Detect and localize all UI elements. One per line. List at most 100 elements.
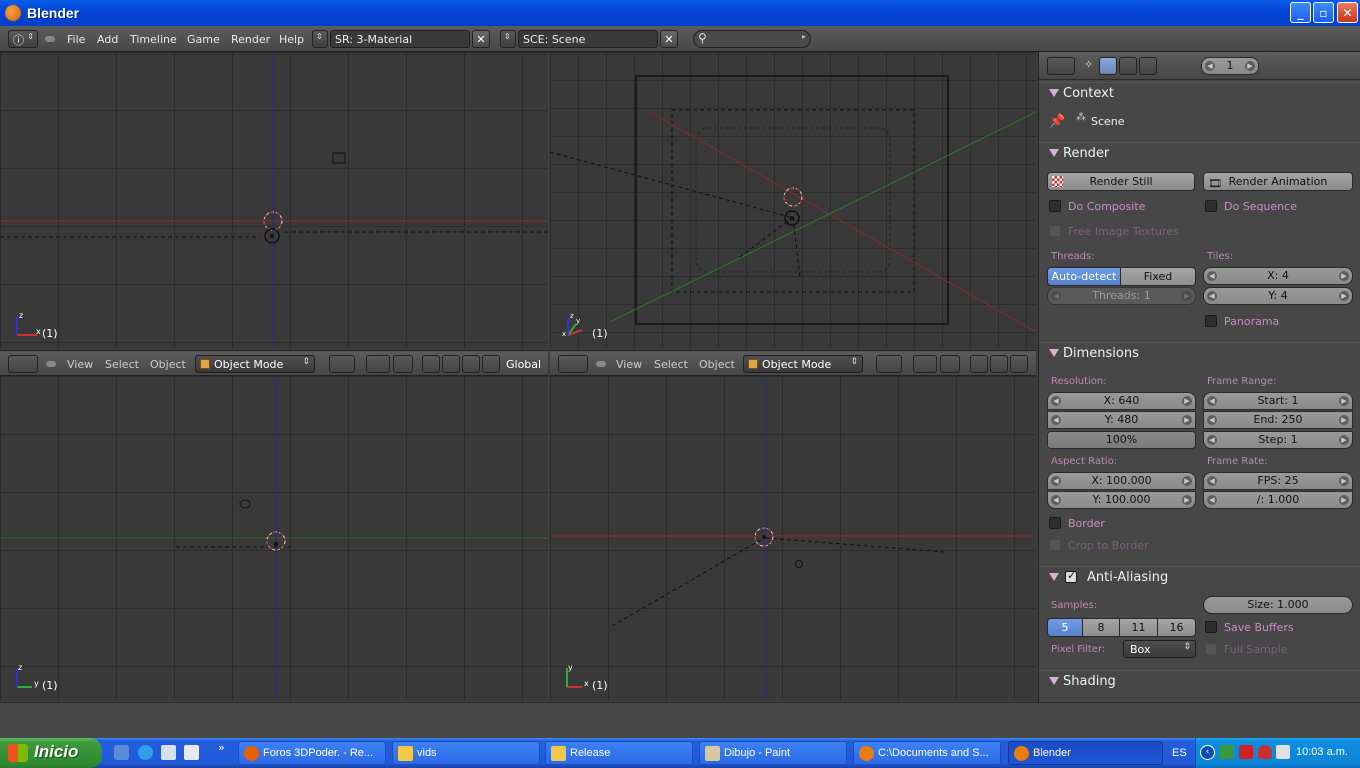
layers-button[interactable] <box>393 355 413 373</box>
orientation-dropdown[interactable]: Global <box>506 358 541 371</box>
menu-view[interactable]: View <box>616 358 642 371</box>
frame-number-field[interactable]: ◀ 1 ▶ <box>1201 57 1259 75</box>
panel-context-header[interactable]: Context <box>1039 82 1360 104</box>
collapse-menu-icon[interactable] <box>596 361 606 367</box>
resolution-x-field[interactable]: ◀ X: 640 ▶ <box>1047 392 1196 410</box>
taskbar-clock[interactable]: 10:03 a.m. <box>1296 746 1348 758</box>
scale-manipulator-icon[interactable] <box>482 355 500 373</box>
editor-type-info-icon[interactable]: ⓘ ⇕ <box>8 30 38 48</box>
manipulator-toggle-icon[interactable] <box>422 355 440 373</box>
start-button[interactable]: Inicio <box>0 738 102 768</box>
pixel-filter-dropdown[interactable]: Box ⇕ <box>1123 640 1196 658</box>
tray-expand-icon[interactable]: ‹ <box>1200 745 1215 760</box>
frame-step-field[interactable]: ◀ Step: 1 ▶ <box>1203 431 1353 449</box>
search-input[interactable]: ⚲ ▸ <box>693 30 811 48</box>
samples-16-button[interactable]: 16 <box>1157 618 1196 637</box>
viewport-bottom-left[interactable]: z y (1) <box>0 376 548 700</box>
tray-network-icon[interactable] <box>1220 745 1234 759</box>
menu-game[interactable]: Game <box>187 33 220 46</box>
collapse-menu-icon[interactable] <box>45 36 55 42</box>
samples-8-button[interactable]: 8 <box>1082 618 1120 637</box>
taskbar-item-vids[interactable]: vids <box>392 741 540 765</box>
tray-security-shield-icon[interactable] <box>1258 745 1272 759</box>
screen-layout-delete-button[interactable]: ✕ <box>472 30 490 48</box>
menu-select[interactable]: Select <box>105 358 139 371</box>
anti-aliasing-checkbox[interactable]: ✓ <box>1065 569 1077 583</box>
menu-timeline[interactable]: Timeline <box>130 33 177 46</box>
menu-object[interactable]: Object <box>150 358 186 371</box>
frame-start-field[interactable]: ◀ Start: 1 ▶ <box>1203 392 1353 410</box>
tiles-y-field[interactable]: ◀ Y: 4 ▶ <box>1203 287 1353 305</box>
scene-tab-icon[interactable] <box>1139 57 1157 75</box>
window-titlebar[interactable]: Blender _ ▫ ✕ <box>0 0 1360 26</box>
screen-layout-selector[interactable]: ⇕ <box>312 30 328 48</box>
pivot-button[interactable] <box>913 355 937 373</box>
maximize-button[interactable]: ▫ <box>1313 2 1334 23</box>
fps-field[interactable]: ◀ FPS: 25 ▶ <box>1203 472 1353 490</box>
render-tab-camera-icon[interactable] <box>1099 57 1117 75</box>
threads-auto-detect-button[interactable]: Auto-detect <box>1047 267 1121 286</box>
pin-dot-icon[interactable]: ✧ <box>1084 58 1093 71</box>
resolution-y-field[interactable]: ◀ Y: 480 ▶ <box>1047 411 1196 429</box>
quicklaunch-settings-icon[interactable] <box>114 745 129 760</box>
resolution-percentage-slider[interactable]: 100% <box>1047 431 1196 449</box>
full-sample-checkbox[interactable] <box>1205 643 1217 655</box>
threads-field[interactable]: ◀ Threads: 1 ▶ <box>1047 287 1196 305</box>
viewport-top-left[interactable]: z x (1) <box>0 52 548 348</box>
samples-11-button[interactable]: 11 <box>1119 618 1158 637</box>
menu-select[interactable]: Select <box>654 358 688 371</box>
draw-type-button[interactable] <box>329 355 355 373</box>
menu-render[interactable]: Render <box>231 33 270 46</box>
menu-file[interactable]: File <box>67 33 85 46</box>
collapse-menu-icon[interactable] <box>46 361 56 367</box>
aspect-y-field[interactable]: ◀ Y: 100.000 ▶ <box>1047 491 1196 509</box>
menu-object[interactable]: Object <box>699 358 735 371</box>
screen-layout-field[interactable]: SR: 3-Material <box>330 30 470 48</box>
layers-button[interactable] <box>940 355 960 373</box>
aspect-x-field[interactable]: ◀ X: 100.000 ▶ <box>1047 472 1196 490</box>
mode-dropdown[interactable]: Object Mode ⇕ <box>743 355 863 373</box>
do-sequence-checkbox[interactable] <box>1205 200 1217 212</box>
frame-end-field[interactable]: ◀ End: 250 ▶ <box>1203 411 1353 429</box>
draw-type-button[interactable] <box>876 355 902 373</box>
menu-add[interactable]: Add <box>97 33 118 46</box>
scene-selector[interactable]: ⇕ <box>500 30 516 48</box>
world-tab-icon[interactable] <box>1119 57 1137 75</box>
panel-shading-header[interactable]: Shading <box>1039 670 1360 692</box>
taskbar-item-blender[interactable]: Blender <box>1008 741 1163 765</box>
taskbar-item-firefox[interactable]: Foros 3DPoder. - Re... <box>238 741 386 765</box>
quicklaunch-desktop-icon[interactable] <box>184 745 199 760</box>
render-animation-button[interactable]: 🎞 Render Animation <box>1203 172 1353 191</box>
panel-dimensions-header[interactable]: Dimensions <box>1039 342 1360 364</box>
taskbar-item-release[interactable]: Release <box>545 741 693 765</box>
viewport-top-right[interactable]: x y z (1) <box>550 52 1036 348</box>
pin-icon[interactable]: 📌 <box>1049 114 1065 129</box>
save-buffers-checkbox[interactable] <box>1205 621 1217 633</box>
minimize-button[interactable]: _ <box>1290 2 1311 23</box>
render-still-button[interactable]: Render Still <box>1047 172 1195 191</box>
rotate-manipulator-icon[interactable] <box>1010 355 1028 373</box>
taskbar-item-console[interactable]: C:\Documents and S... <box>853 741 1001 765</box>
quicklaunch-mail-icon[interactable] <box>161 745 176 760</box>
mode-dropdown[interactable]: Object Mode ⇕ <box>195 355 315 373</box>
crop-to-border-checkbox[interactable] <box>1049 539 1061 551</box>
threads-fixed-number-button[interactable]: Fixed Number <box>1120 267 1196 300</box>
quicklaunch-ie-icon[interactable] <box>138 745 153 760</box>
panel-render-header[interactable]: Render <box>1039 142 1360 164</box>
pivot-button[interactable] <box>366 355 390 373</box>
manipulator-toggle-icon[interactable] <box>970 355 988 373</box>
quicklaunch-expand-icon[interactable]: » <box>218 741 225 754</box>
tray-antivirus-icon[interactable] <box>1239 745 1253 759</box>
menu-help[interactable]: Help <box>279 33 304 46</box>
viewport-bottom-right[interactable]: y x (1) <box>550 376 1036 700</box>
filter-size-slider[interactable]: Size: 1.000 <box>1203 596 1353 614</box>
samples-5-button[interactable]: 5 <box>1047 618 1083 637</box>
do-composite-checkbox[interactable] <box>1049 200 1061 212</box>
editor-type-3dview-icon[interactable] <box>558 355 588 373</box>
editor-type-properties-icon[interactable] <box>1047 57 1075 75</box>
tiles-x-field[interactable]: ◀ X: 4 ▶ <box>1203 267 1353 285</box>
panorama-checkbox[interactable] <box>1205 315 1217 327</box>
language-indicator[interactable]: ES <box>1172 747 1187 759</box>
border-checkbox[interactable] <box>1049 517 1061 529</box>
translate-manipulator-icon[interactable] <box>990 355 1008 373</box>
